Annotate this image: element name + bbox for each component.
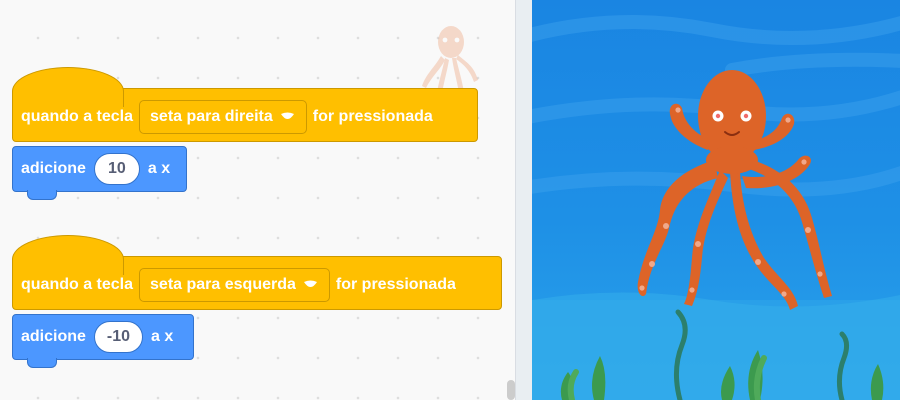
hat-block-key-pressed-right[interactable]: quando a tecla seta para direita for pre… — [12, 67, 478, 142]
motion-suffix-label: a x — [147, 160, 171, 177]
underwater-backdrop — [532, 15, 900, 400]
key-dropdown[interactable]: seta para esquerda — [139, 268, 330, 302]
hat-suffix-label: for pressionada — [335, 276, 456, 293]
hat-block-key-pressed-left[interactable]: quando a tecla seta para esquerda for pr… — [12, 235, 502, 310]
motion-label: adicione — [21, 328, 86, 345]
hat-suffix-label: for pressionada — [312, 108, 433, 125]
change-x-input[interactable]: -10 — [93, 321, 144, 353]
chevron-down-icon — [280, 112, 294, 119]
hat-prefix-label: quando a tecla — [21, 276, 134, 293]
motion-block-change-x[interactable]: adicione 10 a x — [12, 146, 187, 200]
motion-suffix-label: a x — [151, 328, 174, 345]
panel-divider — [515, 0, 532, 400]
chevron-down-icon — [303, 280, 317, 287]
motion-label: adicione — [21, 160, 86, 177]
stage[interactable] — [532, 0, 900, 400]
key-dropdown-value: seta para esquerda — [150, 276, 296, 293]
hat-prefix-label: quando a tecla — [21, 108, 134, 125]
block-notch — [27, 190, 57, 200]
code-area[interactable]: quando a tecla seta para direita for pre… — [0, 0, 515, 400]
change-x-input[interactable]: 10 — [93, 153, 140, 185]
key-dropdown[interactable]: seta para direita — [139, 100, 307, 134]
motion-block-change-x[interactable]: adicione -10 a x — [12, 314, 194, 368]
key-dropdown-value: seta para direita — [150, 108, 273, 125]
block-notch — [27, 358, 57, 368]
code-area-scrollbar[interactable] — [507, 380, 515, 400]
